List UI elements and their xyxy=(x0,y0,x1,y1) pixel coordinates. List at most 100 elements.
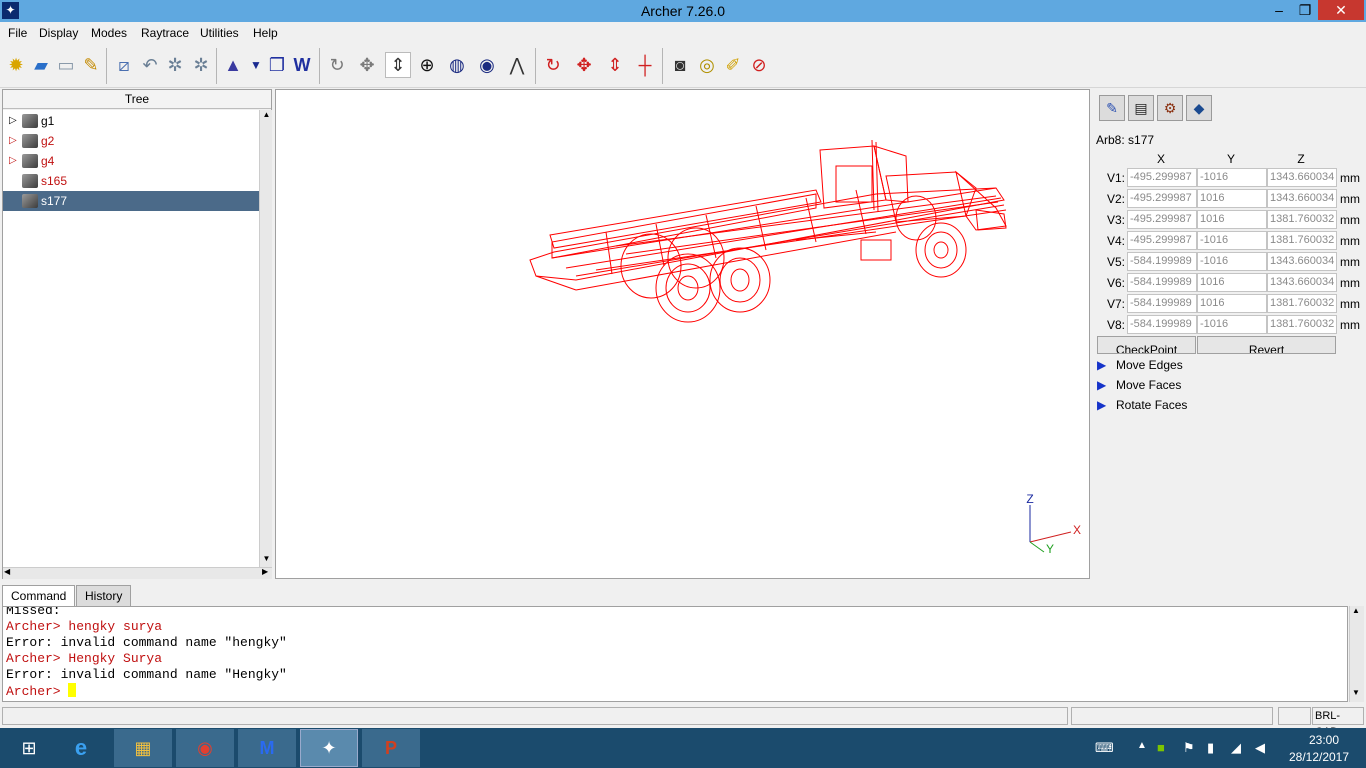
translate-icon[interactable]: ✥ xyxy=(354,52,380,78)
edit-object-icon[interactable]: ✎ xyxy=(1099,95,1125,121)
tools-icon[interactable]: ⚙ xyxy=(1157,95,1183,121)
cube-view-icon[interactable]: ◉ xyxy=(474,52,500,78)
vertex-x-field[interactable]: -495.299987 xyxy=(1127,168,1197,187)
menu-file[interactable]: File xyxy=(8,22,27,44)
scroll-down-icon[interactable]: ▼ xyxy=(261,554,272,566)
operation-move-faces[interactable]: ▶ Move Faces xyxy=(1096,375,1356,395)
vertex-x-field[interactable]: -495.299987 xyxy=(1127,231,1197,250)
malwarebytes-icon[interactable]: M xyxy=(238,729,296,767)
open-icon[interactable]: ▰ xyxy=(28,52,54,78)
vertex-z-field[interactable]: 1381.760032 xyxy=(1267,231,1337,250)
windows-start-icon[interactable]: ⊞ xyxy=(0,729,58,767)
console-scrollbar[interactable]: ▲ ▼ xyxy=(1349,606,1364,702)
vertex-x-field[interactable]: -495.299987 xyxy=(1127,189,1197,208)
clock-date[interactable]: 28/12/2017 xyxy=(1284,750,1354,764)
console-prompt[interactable]: Archer> xyxy=(6,683,77,700)
operation-move-edges[interactable]: ▶ Move Edges xyxy=(1096,355,1356,375)
vertex-x-field[interactable]: -584.199989 xyxy=(1127,315,1197,334)
tree-item-s165[interactable]: s165 xyxy=(3,171,259,191)
vertex-y-field[interactable]: -1016 xyxy=(1197,231,1267,250)
clean-icon[interactable]: ✐ xyxy=(720,52,746,78)
internet-explorer-icon[interactable]: e xyxy=(52,729,110,767)
keyboard-icon[interactable]: ⌨ xyxy=(1095,740,1114,756)
vertex-y-field[interactable]: 1016 xyxy=(1197,210,1267,229)
menu-utilities[interactable]: Utilities xyxy=(200,22,239,44)
redo-icon[interactable]: ✲ xyxy=(162,52,188,78)
clock-time[interactable]: 23:00 xyxy=(1294,733,1354,747)
vertex-z-field[interactable]: 1343.660034 xyxy=(1267,168,1337,187)
reload-icon[interactable]: ✲ xyxy=(188,52,214,78)
attributes-icon[interactable]: ▤ xyxy=(1128,95,1154,121)
scale-icon[interactable]: ⇕ xyxy=(385,52,411,78)
new-db-icon[interactable]: ✹ xyxy=(3,52,29,78)
close-button[interactable]: ✕ xyxy=(1318,0,1364,20)
scroll-right-icon[interactable]: ▶ xyxy=(262,567,268,576)
vertex-y-field[interactable]: 1016 xyxy=(1197,294,1267,313)
comb-icon[interactable]: W xyxy=(289,52,315,78)
vertex-y-field[interactable]: -1016 xyxy=(1197,168,1267,187)
operation-rotate-faces[interactable]: ▶ Rotate Faces xyxy=(1096,395,1356,415)
preferences-icon[interactable]: ✎ xyxy=(78,52,104,78)
menu-modes[interactable]: Modes xyxy=(91,22,127,44)
tree-item-g4[interactable]: ▷ g4 xyxy=(3,151,259,171)
revert-button[interactable]: Revert xyxy=(1197,336,1336,354)
vertex-x-field[interactable]: -584.199989 xyxy=(1127,294,1197,313)
vertex-z-field[interactable]: 1381.760032 xyxy=(1267,294,1337,313)
volume-icon[interactable]: ◀ xyxy=(1255,740,1265,756)
expand-triangle-icon[interactable]: ▷ xyxy=(9,151,19,171)
undo-icon[interactable]: ↶ xyxy=(137,52,163,78)
tray-expand-icon[interactable]: ▲ xyxy=(1137,740,1147,751)
sphere-view-icon[interactable]: ◍ xyxy=(444,52,470,78)
edit-icon[interactable]: ⧄ xyxy=(111,52,137,78)
tree-item-s177[interactable]: s177 xyxy=(3,191,259,211)
chrome-icon[interactable]: ◉ xyxy=(176,729,234,767)
tab-history[interactable]: History xyxy=(76,585,132,606)
stop-icon[interactable]: ⊘ xyxy=(746,52,772,78)
nvidia-icon[interactable]: ■ xyxy=(1157,740,1165,755)
maximize-button[interactable]: ❐ xyxy=(1292,0,1318,20)
vertex-z-field[interactable]: 1381.760032 xyxy=(1267,315,1337,334)
center-icon[interactable]: ⊕ xyxy=(414,52,440,78)
vertex-z-field[interactable]: 1343.660034 xyxy=(1267,252,1337,271)
vertex-x-field[interactable]: -495.299987 xyxy=(1127,210,1197,229)
battery-icon[interactable]: ▮ xyxy=(1207,740,1214,756)
rotate-edit-icon[interactable]: ↻ xyxy=(540,52,566,78)
vertex-y-field[interactable]: 1016 xyxy=(1197,189,1267,208)
scroll-down-icon[interactable]: ▼ xyxy=(1352,688,1360,697)
vertex-x-field[interactable]: -584.199989 xyxy=(1127,252,1197,271)
measure-icon[interactable]: ⋀ xyxy=(504,52,530,78)
translate-edit-icon[interactable]: ✥ xyxy=(571,52,597,78)
menu-raytrace[interactable]: Raytrace xyxy=(141,22,189,44)
menu-display[interactable]: Display xyxy=(39,22,78,44)
tree-vertical-scrollbar[interactable]: ▲ ▼ xyxy=(259,110,272,567)
network-icon[interactable]: ◢ xyxy=(1231,740,1241,756)
vertex-z-field[interactable]: 1343.660034 xyxy=(1267,273,1337,292)
menu-help[interactable]: Help xyxy=(253,22,278,44)
raytrace-icon[interactable]: ◎ xyxy=(694,52,720,78)
tree-item-g2[interactable]: ▷ g2 xyxy=(3,131,259,151)
expand-triangle-icon[interactable]: ▷ xyxy=(9,131,19,151)
vertex-y-field[interactable]: -1016 xyxy=(1197,252,1267,271)
minimize-button[interactable]: – xyxy=(1266,0,1292,20)
center-edit-icon[interactable]: ┼ xyxy=(632,52,658,78)
vertex-y-field[interactable]: 1016 xyxy=(1197,273,1267,292)
save-icon[interactable]: ▭ xyxy=(53,52,79,78)
vertex-z-field[interactable]: 1381.760032 xyxy=(1267,210,1337,229)
vertex-y-field[interactable]: -1016 xyxy=(1197,315,1267,334)
vertex-x-field[interactable]: -584.199989 xyxy=(1127,273,1197,292)
tree-horizontal-scrollbar[interactable]: ◀ ▶ xyxy=(3,567,272,579)
archer-icon[interactable]: ✦ xyxy=(300,729,358,767)
tree-item-g1[interactable]: ▷ g1 xyxy=(3,111,259,131)
flag-icon[interactable]: ⚑ xyxy=(1183,740,1195,756)
command-console[interactable]: Missed: Archer> hengky surya Error: inva… xyxy=(2,606,1348,702)
layers-icon[interactable]: ◆ xyxy=(1186,95,1212,121)
checkpoint-button[interactable]: CheckPoint xyxy=(1097,336,1196,354)
file-explorer-icon[interactable]: ▦ xyxy=(114,729,172,767)
camera-icon[interactable]: ◙ xyxy=(667,52,693,78)
scroll-up-icon[interactable]: ▲ xyxy=(261,110,272,122)
scroll-up-icon[interactable]: ▲ xyxy=(1352,606,1360,615)
primitive-icon[interactable]: ❐ xyxy=(264,52,290,78)
scale-edit-icon[interactable]: ⇕ xyxy=(602,52,628,78)
graphics-viewport[interactable]: Z X Y xyxy=(275,89,1090,579)
powerpoint-icon[interactable]: P xyxy=(362,729,420,767)
